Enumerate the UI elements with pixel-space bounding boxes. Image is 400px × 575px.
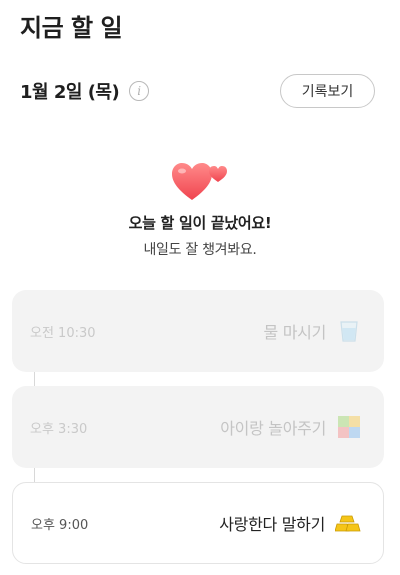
- task-name: 물 마시기: [263, 323, 327, 342]
- completion-message: 오늘 할 일이 끝났어요! 내일도 잘 챙겨봐요.: [0, 160, 400, 259]
- completion-subtitle: 내일도 잘 챙겨봐요.: [143, 242, 257, 258]
- gold-bars-icon: [335, 510, 361, 536]
- hearts-icon: [172, 163, 227, 200]
- page-title: 지금 할 일: [20, 14, 123, 42]
- task-card[interactable]: 오전 10:30 물 마시기: [12, 290, 384, 372]
- completion-title: 오늘 할 일이 끝났어요!: [128, 214, 272, 232]
- toy-blocks-icon: [336, 414, 362, 440]
- task-time: 오후 3:30: [30, 421, 88, 437]
- task-name: 사랑한다 말하기: [219, 515, 325, 534]
- date-row: 1월 2일 (목) i: [20, 78, 150, 104]
- task-time: 오전 10:30: [30, 325, 96, 341]
- task-time: 오후 9:00: [31, 517, 89, 533]
- task-card[interactable]: 오후 3:30 아이랑 놀아주기: [12, 386, 384, 468]
- info-icon[interactable]: i: [129, 81, 150, 101]
- water-glass-icon: [336, 318, 362, 344]
- current-date: 1월 2일 (목): [20, 82, 120, 103]
- task-name: 아이랑 놀아주기: [220, 419, 326, 438]
- task-card[interactable]: 오후 9:00 사랑한다 말하기: [12, 482, 384, 564]
- history-button[interactable]: 기록보기: [280, 74, 375, 108]
